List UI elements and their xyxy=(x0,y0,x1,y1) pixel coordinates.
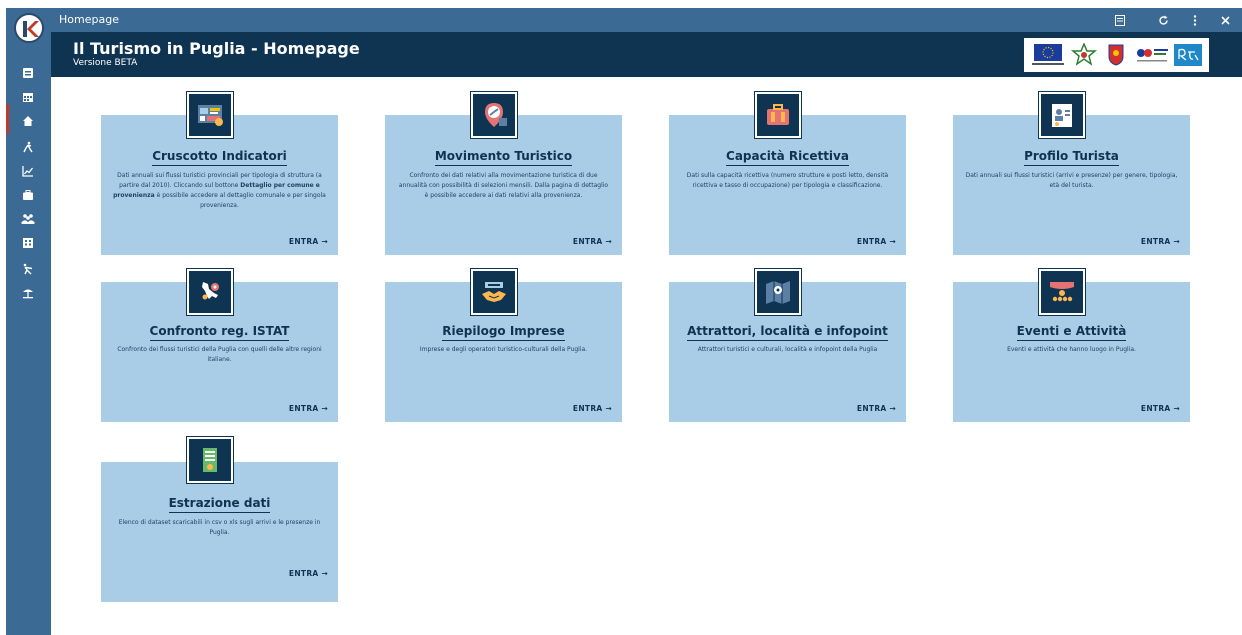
italy-emblem-logo xyxy=(1071,43,1098,66)
page-title: Il Turismo in Puglia - Homepage xyxy=(73,39,360,58)
data-export-icon xyxy=(186,436,234,484)
enter-button[interactable]: ENTRA → xyxy=(289,404,328,413)
building-icon[interactable] xyxy=(19,234,37,252)
card-title: Eventi e Attività xyxy=(953,324,1190,341)
card-description: Imprese e degli operatori turistico-cult… xyxy=(419,346,588,353)
enter-button[interactable]: ENTRA → xyxy=(1141,237,1180,246)
enter-button[interactable]: ENTRA → xyxy=(289,237,328,246)
card-description: Dati sulla capacità ricettiva (numero st… xyxy=(686,172,889,189)
partner-logos xyxy=(1024,38,1209,72)
window-title: Homepage xyxy=(59,13,119,26)
enter-button[interactable]: ENTRA → xyxy=(573,404,612,413)
card-estrazione-dati[interactable]: Estrazione dati Elenco di dataset scaric… xyxy=(101,462,338,602)
card-description: Elenco di dataset scaricabili in csv o x… xyxy=(118,519,321,536)
card-description: Eventi e attività che hanno luogo in Pug… xyxy=(1007,346,1136,353)
walker-icon[interactable] xyxy=(19,138,37,156)
refresh-icon[interactable] xyxy=(1155,12,1171,28)
card-title: Movimento Turistico xyxy=(385,149,622,166)
dashboard-icon xyxy=(186,91,234,139)
event-stage-icon xyxy=(1038,268,1086,316)
enter-button[interactable]: ENTRA → xyxy=(289,569,328,578)
page-header: Il Turismo in Puglia - Homepage Versione… xyxy=(51,32,1242,77)
document-icon[interactable] xyxy=(1112,12,1128,28)
briefcase-icon[interactable] xyxy=(19,186,37,204)
enter-button[interactable]: ENTRA → xyxy=(857,237,896,246)
beach-icon[interactable] xyxy=(19,284,37,302)
map-pin-icon xyxy=(754,268,802,316)
profile-card-icon xyxy=(1038,91,1086,139)
card-description: Dati annuali sui flussi turistici (arriv… xyxy=(965,172,1178,189)
active-indicator xyxy=(6,104,9,134)
card-title: Attrattori, località e infopoint xyxy=(669,324,906,341)
luggage-icon xyxy=(754,91,802,139)
title-bar: Homepage xyxy=(51,8,1242,32)
card-description: Dati annuali sui flussi turistici provin… xyxy=(113,172,326,209)
eu-flag-logo xyxy=(1032,44,1065,65)
enter-button[interactable]: ENTRA → xyxy=(857,404,896,413)
location-travel-icon xyxy=(470,91,518,139)
card-title: Profilo Turista xyxy=(953,149,1190,166)
enter-button[interactable]: ENTRA → xyxy=(573,237,612,246)
handshake-icon xyxy=(470,268,518,316)
card-title: Capacità Ricettiva xyxy=(669,149,906,166)
app-logo[interactable] xyxy=(14,13,44,43)
card-description: Attrattori turistici e culturali, locali… xyxy=(697,346,878,353)
close-icon[interactable] xyxy=(1217,12,1233,28)
card-title: Riepilogo Imprese xyxy=(385,324,622,341)
card-title: Estrazione dati xyxy=(101,496,338,513)
home-doc-icon[interactable] xyxy=(19,64,37,82)
main-content: Cruscotto Indicatori Dati annuali sui fl… xyxy=(51,77,1242,635)
card-description: Confronto dei flussi turistici della Pug… xyxy=(117,346,322,363)
card-title: Confronto reg. ISTAT xyxy=(101,324,338,341)
hiking-icon[interactable] xyxy=(19,260,37,278)
regione-puglia-logo xyxy=(1108,44,1124,66)
enter-button[interactable]: ENTRA → xyxy=(1141,404,1180,413)
sidebar xyxy=(6,8,51,635)
chart-icon[interactable] xyxy=(19,162,37,180)
calendar-icon[interactable] xyxy=(19,88,37,106)
home-icon[interactable] xyxy=(19,112,37,130)
card-title: Cruscotto Indicatori xyxy=(101,149,338,166)
people-icon[interactable] xyxy=(19,210,37,228)
page-subtitle: Versione BETA xyxy=(73,58,138,68)
rafm-logo xyxy=(1173,44,1202,66)
por-puglia-logo xyxy=(1136,49,1168,62)
more-vert-icon[interactable] xyxy=(1187,12,1203,28)
italy-map-icon xyxy=(186,268,234,316)
card-description: Confronto dei dati relativi alla movimen… xyxy=(398,172,609,199)
